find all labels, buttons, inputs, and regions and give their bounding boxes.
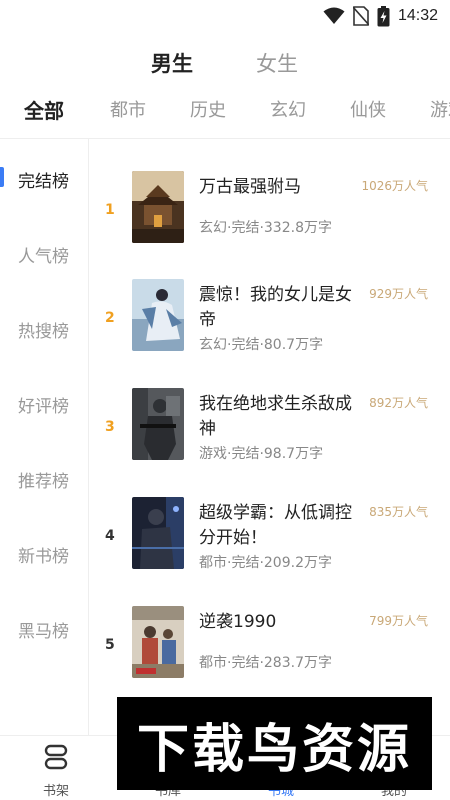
book-meta: 游戏·完结·98.7万字 [199, 446, 324, 462]
category-tab-all[interactable]: 全部 [24, 96, 64, 124]
wifi-icon [323, 7, 345, 24]
nav-bookshelf[interactable]: 书架 [0, 736, 112, 800]
popularity-count: 929万人气 [369, 287, 428, 301]
sidebar-item-completed[interactable]: 完结榜 [18, 167, 69, 192]
book-meta: 都市·完结·209.2万字 [199, 555, 332, 571]
ranking-sidebar [0, 139, 88, 735]
rank-number: 5 [105, 637, 115, 653]
sidebar-active-indicator [0, 167, 4, 187]
gender-tabs: 男生 女生 [0, 48, 450, 80]
category-tab-city[interactable]: 都市 [110, 96, 146, 122]
tab-female[interactable]: 女生 [256, 48, 298, 78]
book-cover[interactable] [132, 279, 184, 351]
category-tab-fantasy[interactable]: 玄幻 [270, 96, 306, 122]
book-cover[interactable] [132, 606, 184, 678]
nav-label: 书架 [42, 784, 69, 799]
tab-male[interactable]: 男生 [151, 48, 193, 78]
book-cover[interactable] [132, 497, 184, 569]
popularity-count: 835万人气 [369, 505, 428, 519]
book-title[interactable]: 我在绝地求生杀敌成神 [199, 392, 359, 442]
popularity-count: 799万人气 [369, 614, 428, 628]
no-sim-icon [352, 6, 369, 26]
book-meta: 都市·完结·283.7万字 [199, 655, 332, 671]
status-icons: 14:32 [323, 5, 438, 27]
book-title[interactable]: 逆袭1990 [199, 610, 359, 635]
popularity-count: 1026万人气 [361, 179, 428, 193]
battery-icon [377, 5, 390, 26]
rank-number: 3 [105, 419, 115, 435]
rank-number: 1 [105, 202, 115, 218]
book-row[interactable]: 2 震惊！我的女儿是女帝 玄幻·完结·80.7万字 929万人气 [89, 279, 450, 387]
sidebar-item-hot-search[interactable]: 热搜榜 [18, 317, 69, 342]
rank-number: 2 [105, 310, 115, 326]
sidebar-item-popular[interactable]: 人气榜 [18, 242, 69, 267]
sidebar-item-new-books[interactable]: 新书榜 [18, 542, 69, 567]
book-title[interactable]: 超级学霸：从低调控分开始！ [199, 501, 359, 551]
book-row[interactable]: 1 万古最强驸马 玄幻·完结·332.8万字 1026万人气 [89, 171, 450, 279]
book-title[interactable]: 震惊！我的女儿是女帝 [199, 283, 359, 333]
book-row[interactable]: 4 超级学霸：从低调控分开始！ 都市·完结·209.2万字 835万人气 [89, 497, 450, 605]
category-tab-xianxia[interactable]: 仙侠 [350, 96, 386, 122]
status-time: 14:32 [397, 7, 438, 24]
book-list: 1 万古最强驸马 玄幻·完结·332.8万字 1026万人气 2 震惊！我的女儿… [89, 139, 450, 735]
bookshelf-icon [44, 744, 68, 770]
sidebar-item-dark-horse[interactable]: 黑马榜 [18, 617, 69, 642]
watermark: 下载鸟资源 [117, 697, 432, 790]
book-cover[interactable] [132, 388, 184, 460]
book-meta: 玄幻·完结·332.8万字 [199, 220, 332, 236]
book-title[interactable]: 万古最强驸马 [199, 175, 359, 200]
book-meta: 玄幻·完结·80.7万字 [199, 337, 324, 353]
category-tab-history[interactable]: 历史 [190, 96, 226, 122]
category-tab-game[interactable]: 游戏 [430, 96, 450, 122]
category-tabs: 全部 都市 历史 玄幻 仙侠 游戏 [0, 96, 450, 126]
sidebar-item-top-rated[interactable]: 好评榜 [18, 392, 69, 417]
status-bar: 14:32 [0, 0, 450, 32]
sidebar-item-recommended[interactable]: 推荐榜 [18, 467, 69, 492]
popularity-count: 892万人气 [369, 396, 428, 410]
watermark-text: 下载鸟资源 [136, 720, 412, 780]
book-row[interactable]: 3 我在绝地求生杀敌成神 游戏·完结·98.7万字 892万人气 [89, 388, 450, 496]
rank-number: 4 [105, 528, 115, 544]
book-cover[interactable] [132, 171, 184, 243]
